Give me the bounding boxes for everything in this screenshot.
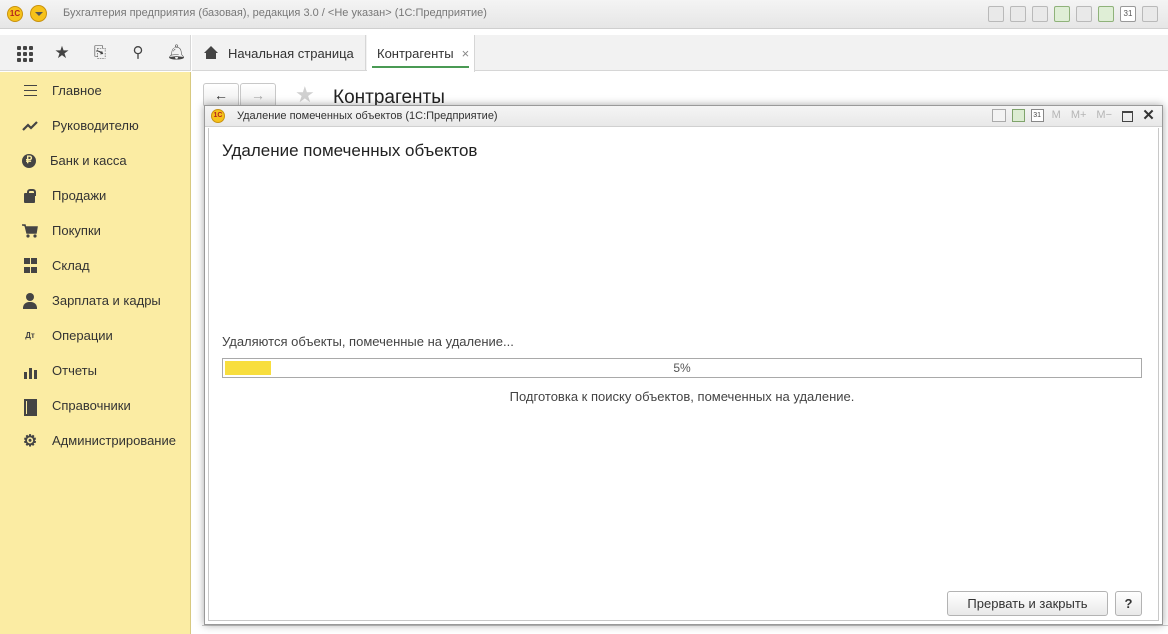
calculator-icon[interactable] bbox=[1098, 6, 1114, 22]
close-icon[interactable]: ✕ bbox=[1141, 108, 1156, 123]
sidebar: Главное Руководителю ₽ Банк и касса Прод… bbox=[0, 72, 191, 634]
sidebar-item-label: Склад bbox=[52, 258, 90, 273]
sidebar-item-admin[interactable]: ⚙ Администрирование bbox=[0, 423, 190, 458]
abort-and-close-button[interactable]: Прервать и закрыть bbox=[947, 591, 1108, 616]
warehouse-icon bbox=[22, 258, 38, 274]
all-functions-grid-icon[interactable] bbox=[15, 44, 33, 62]
progress-bar: 5% bbox=[222, 358, 1142, 378]
memory-m-button[interactable]: M bbox=[1050, 108, 1063, 123]
print-document-icon[interactable] bbox=[1076, 6, 1092, 22]
sidebar-item-label: Банк и касса bbox=[50, 153, 127, 168]
dialog-title: Удаление помеченных объектов (1С:Предпри… bbox=[237, 110, 498, 122]
close-tab-icon[interactable]: × bbox=[462, 46, 470, 61]
dialog-title-bar: 1С Удаление помеченных объектов (1С:Пред… bbox=[205, 106, 1162, 127]
person-icon bbox=[22, 292, 38, 309]
sidebar-item-label: Зарплата и кадры bbox=[52, 293, 161, 308]
menu-icon bbox=[22, 83, 38, 99]
back-button[interactable]: ← bbox=[203, 83, 239, 107]
trend-icon bbox=[22, 118, 38, 134]
sidebar-item-label: Отчеты bbox=[52, 363, 97, 378]
sidebar-item-reports[interactable]: Отчеты bbox=[0, 353, 190, 388]
sidebar-item-warehouse[interactable]: Склад bbox=[0, 248, 190, 283]
calculator-icon[interactable] bbox=[1011, 109, 1025, 122]
books-icon bbox=[22, 398, 38, 416]
help-button[interactable]: ? bbox=[1115, 591, 1142, 616]
memory-plus-button[interactable]: M+ bbox=[1069, 108, 1089, 123]
home-icon bbox=[204, 46, 218, 60]
sidebar-item-label: Операции bbox=[52, 328, 113, 343]
search-icon[interactable]: ⚲ bbox=[129, 44, 147, 62]
delete-marked-objects-dialog: 1С Удаление помеченных объектов (1С:Пред… bbox=[204, 105, 1163, 625]
title-toolbar: 31 bbox=[988, 6, 1158, 22]
sidebar-item-label: Руководителю bbox=[52, 118, 139, 133]
tab-counterparties-label: Контрагенты bbox=[377, 46, 454, 61]
sidebar-item-bank[interactable]: ₽ Банк и касса bbox=[0, 143, 190, 178]
favorite-star-icon[interactable]: ★ bbox=[295, 84, 315, 106]
tab-counterparties[interactable]: Контрагенты × bbox=[367, 35, 475, 72]
cart-icon bbox=[22, 223, 38, 239]
tab-home[interactable]: Начальная страница bbox=[192, 35, 366, 71]
dialog-toolbar: 31 M M+ M− ✕ bbox=[991, 108, 1156, 123]
history-icon[interactable]: ⎘ bbox=[91, 44, 109, 62]
preview-icon[interactable] bbox=[1032, 6, 1048, 22]
bell-icon[interactable]: 🔔︎ bbox=[167, 44, 186, 62]
1c-logo-icon: 1С bbox=[7, 6, 23, 22]
app-title: Бухгалтерия предприятия (базовая), редак… bbox=[63, 7, 487, 19]
sidebar-item-purchases[interactable]: Покупки bbox=[0, 213, 190, 248]
dialog-body: Удаление помеченных объектов Удаляются о… bbox=[208, 128, 1159, 621]
sidebar-item-label: Продажи bbox=[52, 188, 107, 203]
sidebar-item-manager[interactable]: Руководителю bbox=[0, 108, 190, 143]
sidebar-item-operations[interactable]: Дт Операции bbox=[0, 318, 190, 353]
sections-panel: ★ ⎘ ⚲ 🔔︎ bbox=[0, 35, 191, 71]
tab-home-label: Начальная страница bbox=[228, 45, 354, 61]
tab-bar: Начальная страница Контрагенты × bbox=[192, 35, 1168, 72]
maximize-icon[interactable] bbox=[1120, 108, 1135, 123]
print-icon[interactable] bbox=[1010, 6, 1026, 22]
window-menu-icon[interactable] bbox=[1142, 6, 1158, 22]
gear-icon: ⚙ bbox=[22, 432, 38, 450]
sidebar-item-sales[interactable]: Продажи bbox=[0, 178, 190, 213]
print-icon[interactable] bbox=[991, 109, 1006, 122]
calendar-icon[interactable]: 31 bbox=[1030, 109, 1044, 122]
main-menu-button[interactable] bbox=[30, 5, 47, 22]
bag-icon bbox=[22, 188, 38, 204]
sidebar-item-main[interactable]: Главное bbox=[0, 73, 190, 108]
bar-chart-icon bbox=[22, 363, 38, 379]
divider bbox=[202, 625, 1168, 626]
1c-logo-icon: 1С bbox=[211, 109, 225, 123]
sidebar-item-label: Справочники bbox=[52, 398, 131, 413]
calendar-icon[interactable]: 31 bbox=[1120, 6, 1136, 22]
ruble-icon: ₽ bbox=[22, 153, 36, 168]
sidebar-item-label: Администрирование bbox=[52, 433, 176, 448]
status-text: Удаляются объекты, помеченные на удалени… bbox=[222, 334, 514, 349]
sidebar-item-label: Главное bbox=[52, 83, 102, 98]
sidebar-item-label: Покупки bbox=[52, 223, 101, 238]
progress-percent: 5% bbox=[673, 361, 691, 375]
sidebar-item-salary[interactable]: Зарплата и кадры bbox=[0, 283, 190, 318]
forward-button[interactable]: → bbox=[240, 83, 276, 107]
progress-description: Подготовка к поиску объектов, помеченных… bbox=[509, 389, 855, 404]
app-title-bar: 1С Бухгалтерия предприятия (базовая), ре… bbox=[0, 0, 1168, 29]
dt-kt-icon: Дт bbox=[25, 331, 35, 340]
upload-icon[interactable] bbox=[1054, 6, 1070, 22]
save-icon[interactable] bbox=[988, 6, 1004, 22]
sidebar-item-directories[interactable]: Справочники bbox=[0, 388, 190, 423]
memory-minus-button[interactable]: M− bbox=[1094, 108, 1114, 123]
dialog-heading: Удаление помеченных объектов bbox=[222, 141, 478, 160]
favorites-star-icon[interactable]: ★ bbox=[53, 43, 71, 62]
